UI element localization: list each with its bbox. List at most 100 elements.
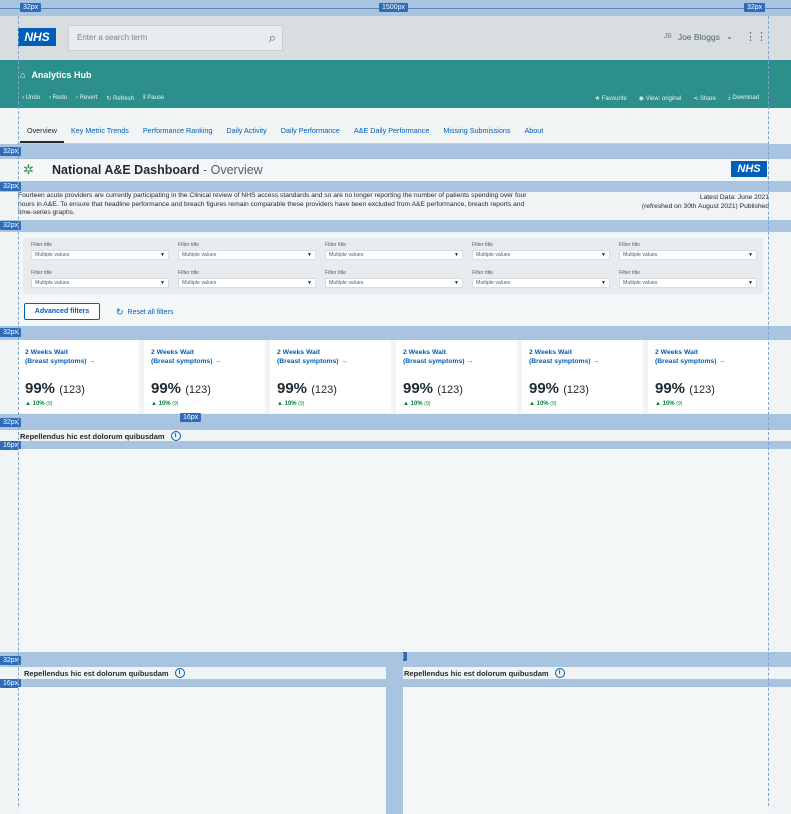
undo-button[interactable]: ‹ Undo (22, 95, 40, 102)
tab-performance-ranking[interactable]: Performance Ranking (136, 120, 220, 143)
spacing-band: 32px (0, 144, 791, 159)
filter-select[interactable]: Multiple values ▼ (178, 278, 316, 288)
filter-select[interactable]: Multiple values ▼ (472, 250, 610, 260)
caret-down-icon: ▼ (601, 280, 606, 286)
arrow-right-icon: → (592, 358, 600, 365)
page-title: National A&E Dashboard - Overview (52, 163, 263, 177)
metric-card-title[interactable]: 2 Weeks Wait (Breast symptoms) → (403, 348, 473, 366)
caret-down-icon: ▼ (307, 252, 312, 258)
reset-filters-link[interactable]: ↻ Reset all filters (116, 307, 173, 318)
section-title-label: Repellendus hic est dolorum quibusdam (20, 431, 165, 441)
pause-button[interactable]: ‖ Pause (143, 95, 164, 102)
search-icon[interactable]: ⌕ (269, 30, 276, 46)
filter-label: Filter title (619, 242, 641, 248)
favourite-button[interactable]: ★ Favourite (595, 95, 627, 102)
app-bar: ⌂ Analytics Hub ‹ Undo › Redo ‹ Revert ↻… (0, 60, 791, 108)
tab-daily-activity[interactable]: Daily Activity (219, 120, 273, 143)
virus-icon: ✲ (23, 162, 34, 177)
tab-key-metric-trends[interactable]: Key Metric Trends (64, 120, 136, 143)
metric-card[interactable]: 2 Weeks Wait (Breast symptoms) → 99% (123… (648, 340, 769, 413)
metric-card-title[interactable]: 2 Weeks Wait (Breast symptoms) → (151, 348, 221, 366)
info-icon[interactable]: i (554, 668, 565, 678)
app-title-label: Analytics Hub (31, 70, 92, 80)
filter-label: Filter title (31, 270, 53, 276)
spacing-band: 32px 16px (0, 413, 791, 430)
filter-label: Filter title (619, 270, 641, 276)
caret-down-icon: ▼ (748, 280, 753, 286)
filter-select[interactable]: Multiple values ▼ (325, 278, 463, 288)
section-title-label: Repellendus hic est dolorum quibusdam (404, 668, 549, 678)
metric-card-title[interactable]: 2 Weeks Wait (Breast symptoms) → (277, 348, 347, 366)
filter-9: Filter title Multiple values ▼ (472, 270, 610, 288)
top-header: NHS Enter a search term ⌕ JB Joe Bloggs … (0, 16, 791, 60)
tab-bar: Overview Key Metric Trends Performance R… (20, 120, 550, 143)
share-button[interactable]: ⋖ Share (693, 95, 716, 102)
filter-5: Filter title Multiple values ▼ (619, 242, 757, 260)
filter-select[interactable]: Multiple values ▼ (31, 250, 169, 260)
metric-value: 99% (123) (655, 380, 715, 397)
arrow-right-icon: → (214, 358, 222, 365)
user-initials: JB (663, 33, 672, 40)
metric-value: 99% (123) (529, 380, 589, 397)
filter-1: Filter title Multiple values ▼ (31, 242, 169, 260)
user-name: Joe Bloggs (677, 31, 720, 42)
filter-select[interactable]: Multiple values ▼ (619, 278, 757, 288)
redo-button[interactable]: › Redo (49, 95, 67, 102)
filter-7: Filter title Multiple values ▼ (178, 270, 316, 288)
filter-select[interactable]: Multiple values ▼ (178, 250, 316, 260)
metric-change: ▲ 10% (9) (403, 401, 431, 407)
metric-card[interactable]: 2 Weeks Wait (Breast symptoms) → 99% (123… (522, 340, 643, 413)
info-icon[interactable]: i (170, 431, 181, 441)
download-button[interactable]: ⤓ Download (728, 95, 759, 102)
revert-button[interactable]: ‹ Revert (76, 95, 97, 102)
metric-card-title[interactable]: 2 Weeks Wait (Breast symptoms) → (655, 348, 725, 366)
metric-card-title[interactable]: 2 Weeks Wait (Breast symptoms) → (529, 348, 599, 366)
info-icon[interactable]: i (174, 668, 185, 678)
user-menu[interactable]: JB Joe Bloggs ⌄ ⋮⋮ (664, 30, 767, 43)
spacing-band: 32px (0, 220, 791, 232)
page-title-sub: - Overview (202, 163, 263, 177)
spacing-band: 32px (0, 181, 791, 192)
metric-card[interactable]: 2 Weeks Wait (Breast symptoms) → 99% (123… (18, 340, 139, 413)
caret-down-icon: ▼ (307, 280, 312, 286)
section-title-right: Repellendus hic est dolorum quibusdam i (404, 668, 565, 678)
guide-line-left (18, 16, 19, 806)
metric-change: ▲ 10% (9) (151, 401, 179, 407)
tab-missing-submissions[interactable]: Missing Submissions (436, 120, 517, 143)
chart-panel-right (403, 687, 769, 814)
metric-value: 99% (123) (277, 380, 337, 397)
tab-about[interactable]: About (517, 120, 550, 143)
tab-ae-daily-performance[interactable]: A&E Daily Performance (347, 120, 437, 143)
filter-label: Filter title (325, 242, 347, 248)
caret-down-icon: ▼ (160, 280, 165, 286)
filter-select[interactable]: Multiple values ▼ (31, 278, 169, 288)
tab-daily-performance[interactable]: Daily Performance (274, 120, 347, 143)
latest-data-refreshed: (refreshed on 30th August 2021) Publishe… (641, 202, 769, 210)
search-input[interactable]: Enter a search term ⌕ (68, 25, 283, 51)
metric-card[interactable]: 2 Weeks Wait (Breast symptoms) → 99% (123… (270, 340, 391, 413)
chevron-down-icon[interactable]: ⌄ (726, 31, 733, 42)
filter-8: Filter title Multiple values ▼ (325, 270, 463, 288)
tab-overview[interactable]: Overview (20, 120, 64, 143)
spacing-tag: 16px (180, 413, 202, 422)
filter-select[interactable]: Multiple values ▼ (619, 250, 757, 260)
metric-value: 99% (123) (25, 380, 85, 397)
toolbar-right: ★ Favourite ◉ View: original ⋖ Share ⤓ D… (595, 95, 759, 102)
latest-data-date: Latest Data: June 2021 (699, 194, 769, 201)
ruler-tag-right: 32px (744, 3, 766, 12)
nhs-logo[interactable]: NHS (18, 28, 56, 46)
app-grid-icon[interactable]: ⋮⋮ (745, 30, 767, 43)
spacing-band: 16px (0, 441, 791, 450)
caret-down-icon: ▼ (601, 252, 606, 258)
metric-card[interactable]: 2 Weeks Wait (Breast symptoms) → 99% (123… (396, 340, 517, 413)
page-title-main: National A&E Dashboard (52, 163, 200, 177)
app-title[interactable]: ⌂ Analytics Hub (20, 70, 91, 80)
filter-select[interactable]: Multiple values ▼ (472, 278, 610, 288)
metric-card[interactable]: 2 Weeks Wait (Breast symptoms) → 99% (123… (144, 340, 265, 413)
refresh-button[interactable]: ↻ Refresh (106, 95, 134, 102)
view-button[interactable]: ◉ View: original (639, 95, 681, 102)
metric-card-title[interactable]: 2 Weeks Wait (Breast symptoms) → (25, 348, 95, 366)
advanced-filters-button[interactable]: Advanced filters (24, 303, 100, 320)
metric-change: ▲ 10% (9) (277, 401, 305, 407)
filter-select[interactable]: Multiple values ▼ (325, 250, 463, 260)
